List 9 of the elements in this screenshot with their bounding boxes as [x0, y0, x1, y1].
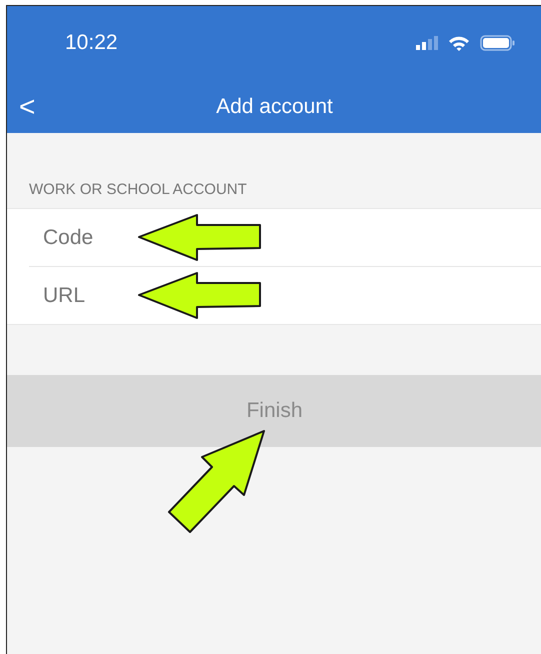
clock-time: 10:22	[65, 31, 119, 55]
section-header: WORK OR SCHOOL ACCOUNT	[28, 180, 248, 200]
input-field[interactable]: Code	[29, 226, 133, 250]
battery-icon	[480, 35, 516, 51]
signal-icon	[416, 36, 438, 50]
input-field[interactable]: URL	[29, 284, 133, 308]
wifi-icon	[448, 35, 470, 51]
back-button[interactable]: <	[7, 90, 44, 122]
screen-title: Add account	[216, 94, 333, 118]
